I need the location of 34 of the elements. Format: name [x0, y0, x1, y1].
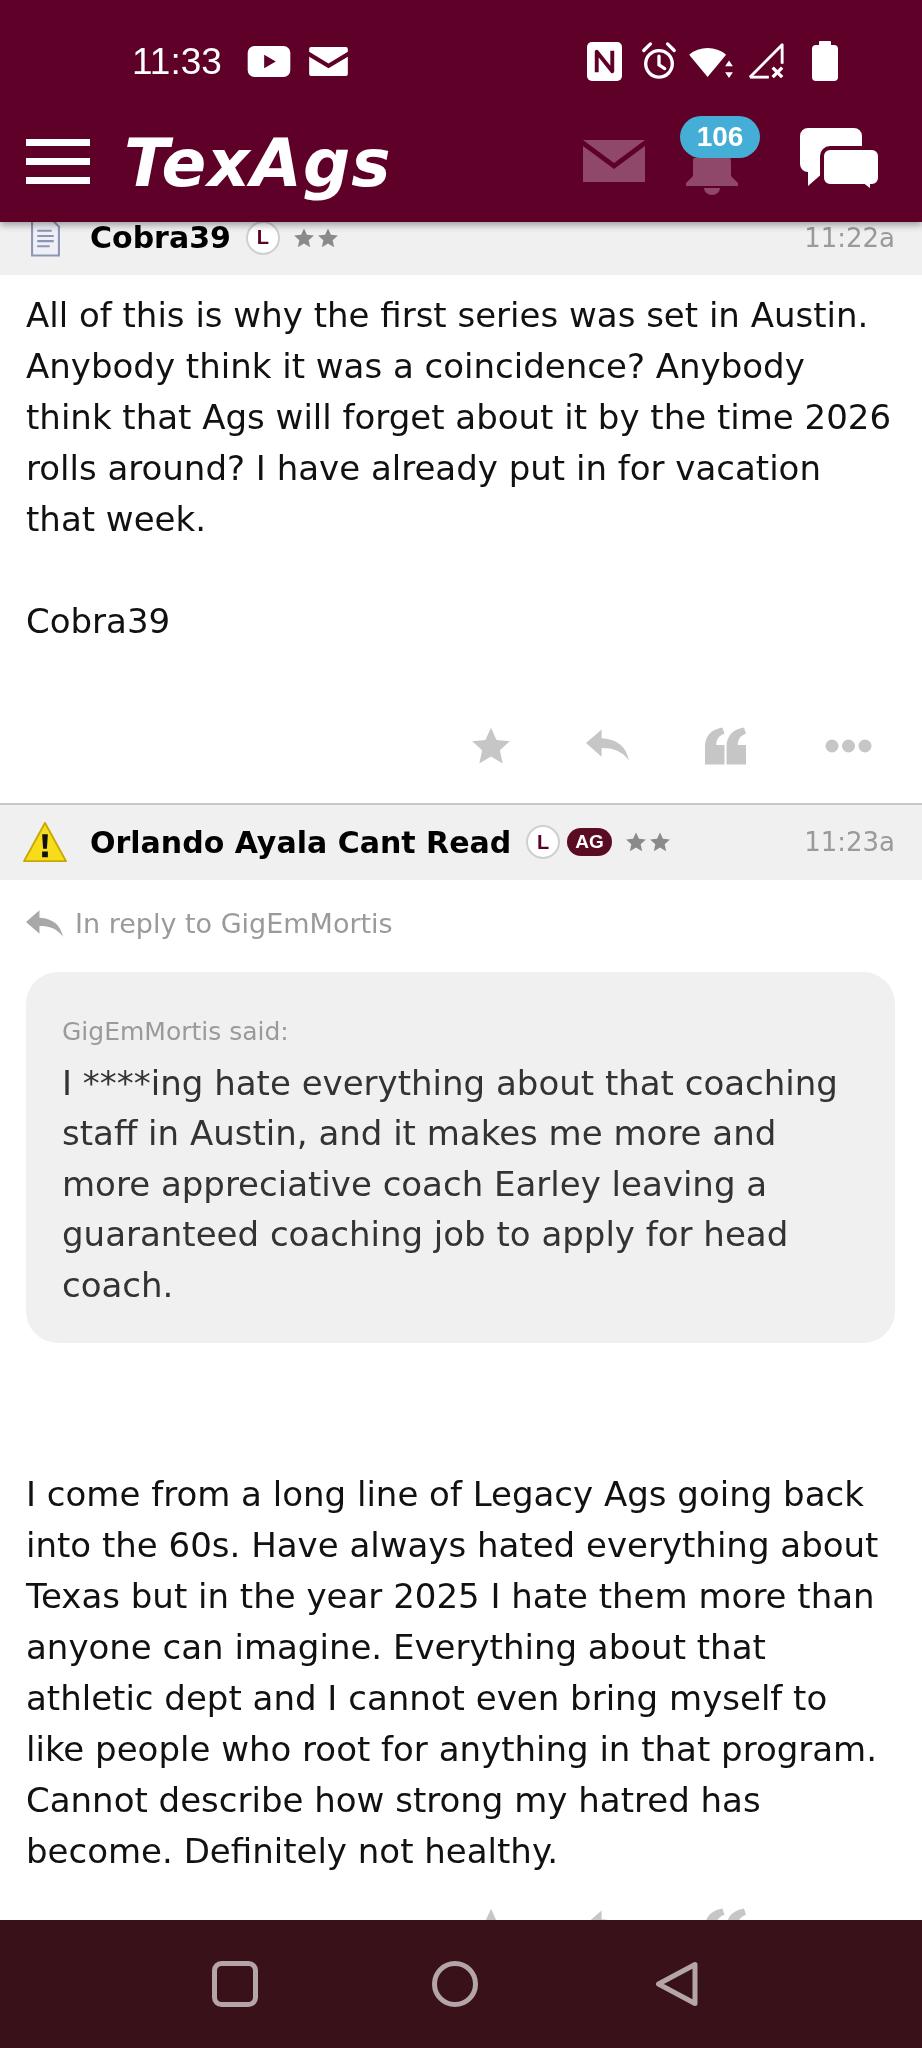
star-icon	[316, 226, 339, 249]
menu-icon[interactable]	[26, 138, 90, 184]
quote-attribution: GigEmMortis said:	[62, 1015, 290, 1048]
square-icon[interactable]	[212, 1961, 258, 2007]
signal-icon	[746, 42, 786, 80]
post-time: 11:23a	[804, 827, 895, 857]
author-name[interactable]: Orlando Ayala Cant Read	[90, 824, 512, 860]
quote-icon[interactable]	[705, 726, 746, 765]
user-badge: L	[526, 825, 561, 859]
reply-icon[interactable]	[586, 729, 629, 762]
warning-icon	[23, 821, 67, 863]
mail-icon[interactable]	[583, 140, 645, 182]
reply-icon	[26, 909, 63, 938]
nfc-icon	[587, 41, 622, 81]
video-play-icon	[246, 45, 291, 77]
quote-text: I ****ing hate everything about that coaching staff in Austin, and it makes me more and more appreciative coach Earley leaving a guaranteed coaching job to apply for head coach.	[62, 1061, 839, 1307]
user-badge: AG	[567, 828, 612, 856]
star-icon	[624, 831, 647, 853]
notification-badge: 106	[680, 116, 760, 158]
post-signature: Cobra39	[26, 599, 172, 643]
mail-icon	[308, 46, 348, 76]
more-icon[interactable]	[825, 738, 872, 753]
star-icon	[292, 226, 315, 249]
alarm-clock-icon	[640, 41, 678, 81]
author-name[interactable]: Cobra39	[90, 222, 231, 255]
triangle-icon[interactable]	[655, 1961, 698, 2007]
battery-icon	[812, 41, 838, 81]
user-badge: L	[245, 222, 280, 255]
status-time: 11:33	[132, 42, 222, 80]
post-text: All of this is why the first series was set in Austin. Anybody think it was a coincidence? Anybody think that Ags will forget about it by the time 2026 rolls around? I have already put in for vacation that week.	[26, 293, 893, 541]
post-time: 11:22a	[804, 222, 895, 253]
circle-icon[interactable]	[432, 1961, 478, 2007]
star-icon	[648, 831, 671, 853]
post-text: I come from a long line of Legacy Ags going back into the 60s. Have always hated everything about Texas but in the year 2025 I hate them more than anyone can imagine. Everything about that athletic dept and I cannot even bring myself to like people who root for anything in that program. Cannot describe how strong my hatred has become. Definitely not healthy.	[26, 1472, 880, 1873]
